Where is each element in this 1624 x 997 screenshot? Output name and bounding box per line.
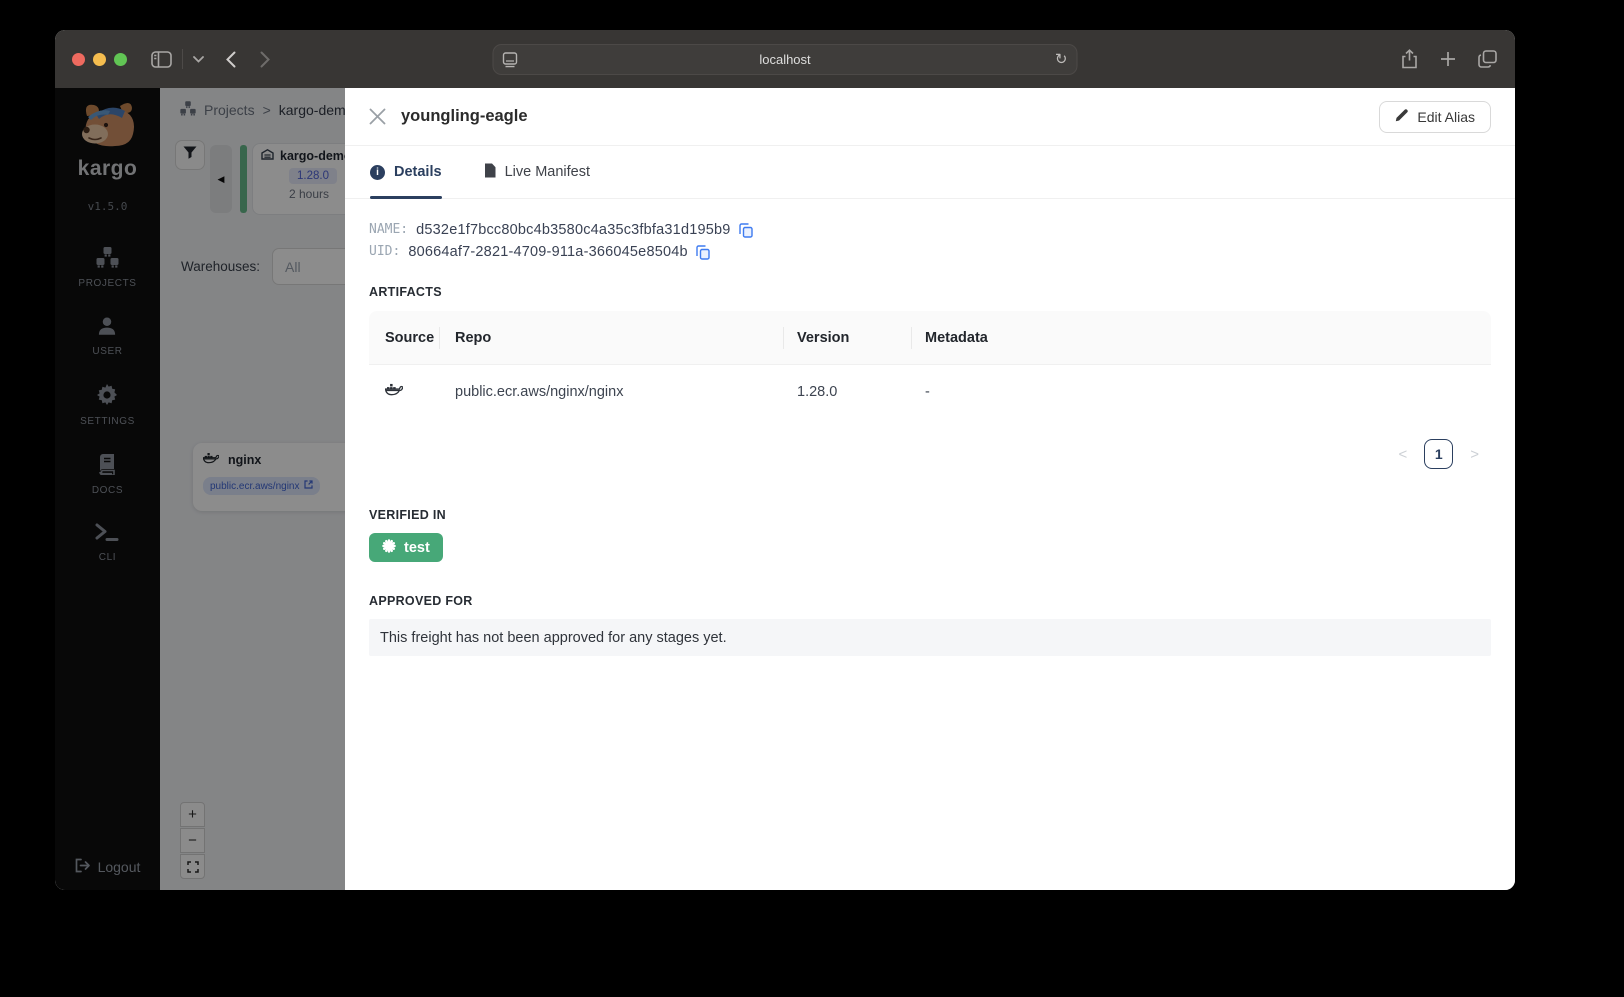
tab-label: Live Manifest <box>504 164 590 180</box>
traffic-lights <box>72 52 127 66</box>
copy-icon[interactable] <box>738 222 753 238</box>
uid-value: 80664af7-2821-4709-911a-366045e8504b <box>408 244 688 260</box>
new-tab-icon[interactable] <box>1440 51 1456 67</box>
freight-uid-row: UID: 80664af7-2821-4709-911a-366045e8504… <box>369 241 1491 263</box>
artifacts-table-header: Source Repo Version Metadata <box>369 311 1491 365</box>
reload-icon[interactable]: ↻ <box>1055 50 1068 68</box>
docker-icon <box>384 383 404 401</box>
minimize-window-button[interactable] <box>93 52 106 66</box>
address-bar[interactable]: localhost ↻ <box>492 44 1078 75</box>
verified-stage-badge[interactable]: test <box>369 533 443 562</box>
tab-label: Details <box>394 164 442 180</box>
verified-in-heading: VERIFIED IN <box>369 508 446 522</box>
freight-details-drawer: youngling-eagle Edit Alias i Details Liv… <box>345 88 1515 890</box>
share-icon[interactable] <box>1401 49 1418 69</box>
col-version: Version <box>783 326 911 349</box>
stage-burst-icon <box>382 538 396 557</box>
artifacts-table: Source Repo Version Metadata public.ecr.… <box>369 311 1491 419</box>
freight-name-row: NAME: d532e1f7bcc80bc4b3580c4a35c3fbfa31… <box>369 219 1491 241</box>
sidebar-toggle-icon[interactable] <box>151 50 172 68</box>
artifacts-heading: ARTIFACTS <box>369 285 442 299</box>
forward-button[interactable] <box>260 51 270 68</box>
chevron-down-icon[interactable] <box>193 55 204 63</box>
file-icon <box>484 163 496 182</box>
freight-alias-title: youngling-eagle <box>401 107 528 125</box>
col-source: Source <box>385 329 435 346</box>
cell-repo: public.ecr.aws/nginx/nginx <box>455 384 624 400</box>
cell-version: 1.28.0 <box>797 384 838 400</box>
tab-live-manifest[interactable]: Live Manifest <box>484 146 590 198</box>
info-icon: i <box>370 164 385 180</box>
zoom-window-button[interactable] <box>114 52 127 66</box>
edit-alias-label: Edit Alias <box>1417 108 1475 125</box>
page-number-button[interactable]: 1 <box>1424 439 1454 469</box>
titlebar-divider <box>182 49 183 69</box>
browser-titlebar: localhost ↻ <box>55 30 1515 88</box>
name-label: NAME: <box>369 222 409 237</box>
name-value: d532e1f7bcc80bc4b3580c4a35c3fbfa31d195b9 <box>416 222 731 238</box>
col-metadata: Metadata <box>911 326 1491 349</box>
reader-icon[interactable] <box>502 52 518 71</box>
cell-metadata: - <box>925 384 930 400</box>
next-page-icon[interactable]: > <box>1470 446 1479 463</box>
uid-label: UID: <box>369 244 401 259</box>
url-text: localhost <box>759 52 811 67</box>
pagination: < 1 > <box>369 439 1491 469</box>
tab-details[interactable]: i Details <box>370 146 442 199</box>
approved-for-heading: APPROVED FOR <box>369 594 473 608</box>
copy-icon[interactable] <box>696 244 710 260</box>
prev-page-icon[interactable]: < <box>1398 446 1407 463</box>
tab-overview-icon[interactable] <box>1478 50 1497 68</box>
stage-name: test <box>404 539 430 556</box>
edit-alias-button[interactable]: Edit Alias <box>1379 100 1491 133</box>
approved-for-empty-message: This freight has not been approved for a… <box>369 619 1491 656</box>
col-repo: Repo <box>439 326 783 349</box>
table-row[interactable]: public.ecr.aws/nginx/nginx 1.28.0 - <box>369 365 1491 419</box>
drawer-tabs: i Details Live Manifest <box>345 146 1515 199</box>
back-button[interactable] <box>226 51 236 68</box>
app-page: kargo v1.5.0 PROJECTS USER SETTINGS DOCS… <box>55 88 1515 890</box>
close-icon[interactable] <box>369 108 386 125</box>
pencil-icon <box>1395 108 1409 125</box>
browser-window: localhost ↻ kargo v1.5.0 PROJECTS USER S… <box>55 30 1515 890</box>
close-window-button[interactable] <box>72 52 85 66</box>
